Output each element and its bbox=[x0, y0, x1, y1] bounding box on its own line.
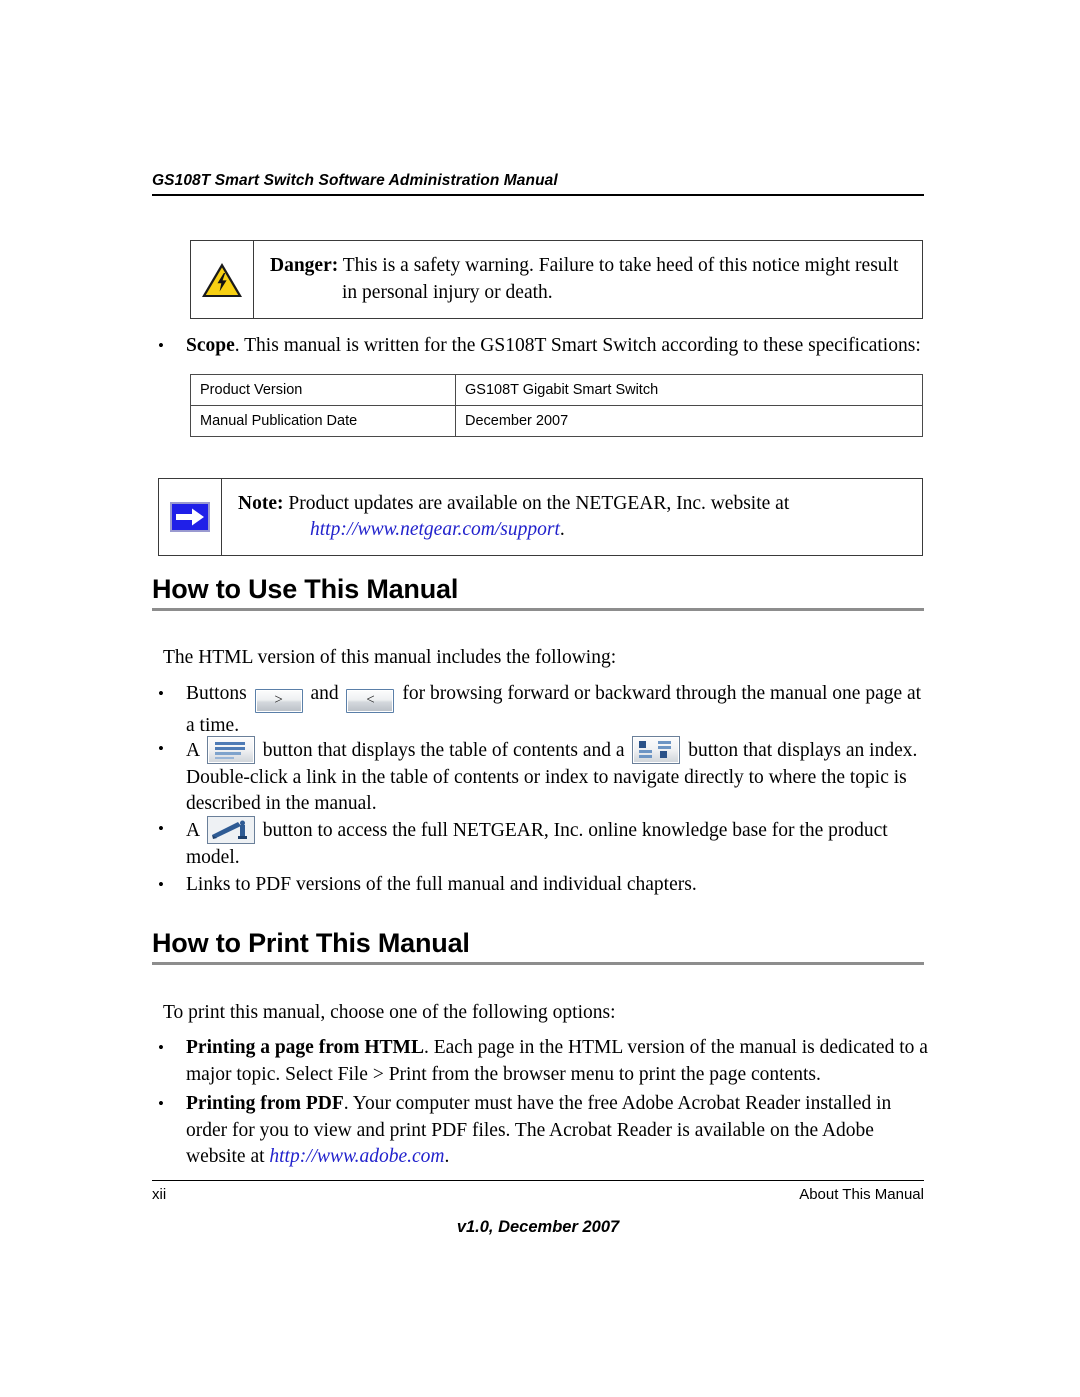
use-bullet-knowledge-base: • A button to access the full NETGEAR, I… bbox=[152, 816, 932, 871]
running-header-title: GS108T Smart Switch Software Administrat… bbox=[152, 172, 558, 189]
print-bullet-pdf-text: Printing from PDF. Your computer must ha… bbox=[186, 1091, 932, 1171]
knowledge-base-icon[interactable] bbox=[206, 816, 255, 844]
bullet-marker: • bbox=[158, 739, 164, 758]
previous-page-button[interactable]: < bbox=[346, 689, 395, 713]
use-bullet-buttons-text: Buttons > and < for browsing forward or … bbox=[186, 681, 932, 740]
bullet-marker: • bbox=[158, 1094, 164, 1113]
use-bullet-pre: Buttons bbox=[186, 683, 252, 704]
scope-lead: Scope bbox=[186, 335, 235, 356]
scope-bullet-text: Scope. This manual is written for the GS… bbox=[186, 333, 932, 360]
spec-label-publication-date: Manual Publication Date bbox=[190, 405, 456, 437]
scope-bullet: • Scope. This manual is written for the … bbox=[152, 333, 932, 360]
danger-text: Danger: This is a safety warning. Failur… bbox=[270, 253, 910, 305]
header-divider bbox=[152, 194, 924, 196]
section-how-to-use: How to Use This Manual bbox=[152, 574, 924, 611]
next-page-button[interactable]: > bbox=[254, 689, 303, 713]
warning-triangle-icon bbox=[200, 260, 244, 300]
bullet-marker: • bbox=[158, 684, 164, 703]
document-page: GS108T Smart Switch Software Administrat… bbox=[0, 0, 1080, 1397]
print-bullet1-lead: Printing a page from HTML bbox=[186, 1037, 424, 1058]
use-bullet2-pre: A bbox=[186, 740, 204, 761]
section-divider bbox=[152, 962, 924, 965]
footer-version: v1.0, December 2007 bbox=[456, 1218, 620, 1236]
table-row: Manual Publication Date December 2007 bbox=[190, 405, 923, 437]
use-bullet-buttons: • Buttons > and < for browsing forward o… bbox=[152, 681, 932, 740]
index-icon[interactable] bbox=[632, 736, 681, 764]
danger-icon-cell bbox=[191, 241, 254, 318]
use-bullet2-mid: button that displays the table of conten… bbox=[257, 740, 630, 761]
how-to-use-intro: The HTML version of this manual includes… bbox=[163, 647, 617, 668]
bullet-marker: • bbox=[158, 819, 164, 838]
note-body: Product updates are available on the NET… bbox=[283, 492, 790, 514]
bullet-marker: • bbox=[158, 875, 164, 894]
section-how-to-print: How to Print This Manual bbox=[152, 928, 924, 965]
note-text: Note: Product updates are available on t… bbox=[238, 491, 910, 543]
note-trailing: . bbox=[559, 519, 565, 540]
toc-icon[interactable] bbox=[206, 736, 255, 764]
use-bullet-toc-index: • A button that displays the table of co… bbox=[152, 736, 932, 818]
note-admonition-box: Note: Product updates are available on t… bbox=[158, 478, 923, 556]
danger-body: This is a safety warning. Failure to tak… bbox=[338, 255, 899, 303]
note-text-cell: Note: Product updates are available on t… bbox=[222, 479, 922, 555]
spec-value-product-version: GS108T Gigabit Smart Switch bbox=[455, 374, 923, 406]
footer-chapter-name: About This Manual bbox=[799, 1186, 924, 1203]
print-bullet-pdf: • Printing from PDF. Your computer must … bbox=[152, 1091, 932, 1171]
spec-value-publication-date: December 2007 bbox=[455, 405, 923, 437]
how-to-print-intro: To print this manual, choose one of the … bbox=[163, 1002, 616, 1023]
use-bullet-toc-index-text: A button that displays the table of cont… bbox=[186, 736, 932, 818]
note-lead: Note: bbox=[238, 492, 284, 514]
use-bullet3-post: button to access the full NETGEAR, Inc. … bbox=[186, 820, 888, 868]
use-bullet-knowledge-base-text: A button to access the full NETGEAR, Inc… bbox=[186, 816, 932, 871]
section-title-how-to-print: How to Print This Manual bbox=[152, 928, 470, 958]
print-bullet2-trailing: . bbox=[444, 1146, 450, 1168]
print-bullet2-lead: Printing from PDF bbox=[186, 1093, 344, 1114]
running-header: GS108T Smart Switch Software Administrat… bbox=[152, 172, 924, 196]
danger-lead: Danger: bbox=[270, 255, 339, 277]
use-bullet-pdf-links: • Links to PDF versions of the full manu… bbox=[152, 872, 932, 899]
footer-divider bbox=[152, 1180, 924, 1181]
blue-arrow-note-icon bbox=[170, 502, 210, 532]
section-divider bbox=[152, 608, 924, 611]
scope-body: . This manual is written for the GS108T … bbox=[234, 335, 921, 356]
use-bullet3-pre: A bbox=[186, 820, 204, 841]
print-bullet-html-text: Printing a page from HTML. Each page in … bbox=[186, 1035, 932, 1088]
specifications-table: Product Version GS108T Gigabit Smart Swi… bbox=[190, 374, 923, 437]
bullet-marker: • bbox=[158, 336, 164, 355]
table-row: Product Version GS108T Gigabit Smart Swi… bbox=[190, 374, 923, 406]
netgear-support-link[interactable]: http://www.netgear.com/support bbox=[310, 519, 560, 540]
section-title-how-to-use: How to Use This Manual bbox=[152, 574, 459, 604]
print-bullet-html: • Printing a page from HTML. Each page i… bbox=[152, 1035, 932, 1088]
bullet-marker: • bbox=[158, 1038, 164, 1057]
spec-label-product-version: Product Version bbox=[190, 374, 456, 406]
danger-text-cell: Danger: This is a safety warning. Failur… bbox=[254, 241, 922, 318]
use-bullet-pdf-links-text: Links to PDF versions of the full manual… bbox=[186, 874, 697, 895]
adobe-link[interactable]: http://www.adobe.com bbox=[269, 1146, 444, 1167]
use-bullet-mid: and bbox=[305, 683, 344, 704]
danger-admonition-box: Danger: This is a safety warning. Failur… bbox=[190, 240, 923, 319]
note-icon-cell bbox=[159, 479, 222, 555]
